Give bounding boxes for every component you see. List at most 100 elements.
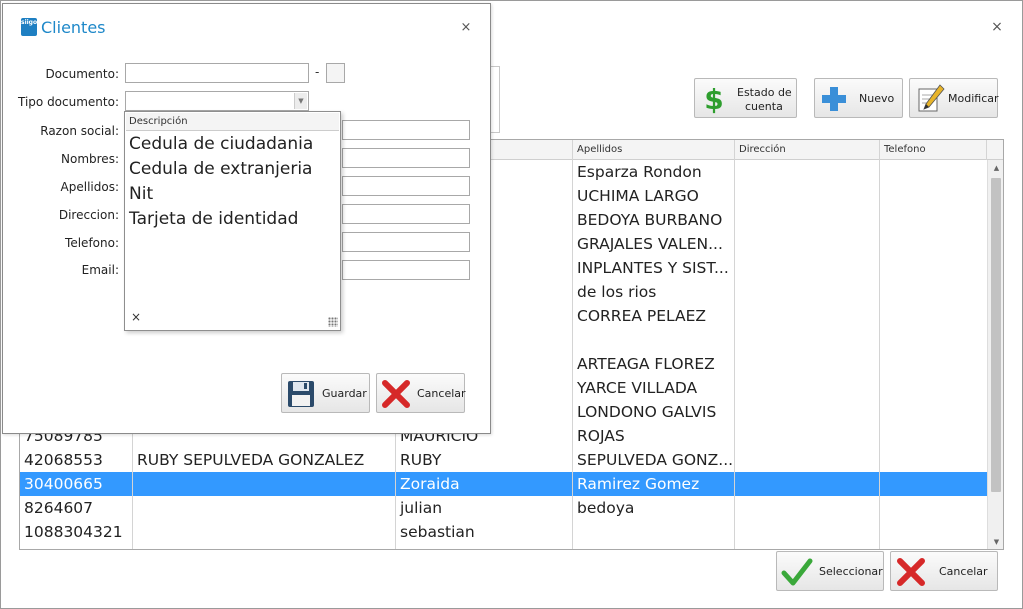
column-header-apellidos[interactable]: Apellidos xyxy=(573,140,735,160)
cancelar-main-button[interactable]: Cancelar xyxy=(890,551,998,591)
cancelar-dialog-button[interactable]: Cancelar xyxy=(376,373,466,413)
apellidos-input[interactable] xyxy=(342,176,470,196)
svg-text:$: $ xyxy=(704,84,723,114)
seleccionar-button[interactable]: Seleccionar xyxy=(776,551,884,591)
nuevo-button[interactable]: Nuevo xyxy=(814,78,903,118)
cancel-x-icon xyxy=(382,380,410,408)
resize-grip-icon[interactable] xyxy=(328,317,338,327)
dropdown-option[interactable]: Cedula de extranjeria xyxy=(129,159,312,179)
cell-documento: 8264607 xyxy=(24,499,94,517)
cell-direccion xyxy=(735,256,880,280)
cell-apellidos xyxy=(573,328,735,352)
cell-direccion xyxy=(735,520,880,544)
cell-telefono xyxy=(880,328,987,352)
cell-direccion xyxy=(735,304,880,328)
estado-label-2: cuenta xyxy=(745,100,783,113)
cell-direccion xyxy=(735,232,880,256)
cell-documento: 1088304321 xyxy=(24,523,123,541)
cell-apellidos: Ramirez Gomez xyxy=(577,475,700,493)
apellidos-label: Apellidos: xyxy=(60,180,119,194)
cancelar-main-label: Cancelar xyxy=(939,565,988,578)
guardar-button[interactable]: Guardar xyxy=(281,373,370,413)
documento-input[interactable] xyxy=(125,63,309,83)
table-row[interactable]: 8264607 julian bedoya xyxy=(20,496,987,520)
dialog-title: Clientes xyxy=(41,18,106,37)
cell-apellidos: ROJAS xyxy=(577,427,625,445)
estado-cuenta-button[interactable]: $ Estado de cuenta xyxy=(694,78,797,118)
cell-telefono xyxy=(880,256,987,280)
documento-separator: - xyxy=(315,65,320,79)
table-row[interactable]: 42068553 RUBY SEPULVEDA GONZALEZ RUBY SEPUL… xyxy=(20,448,987,472)
razon-social-input[interactable] xyxy=(342,120,470,140)
cell-documento: 42068553 xyxy=(24,451,103,469)
cancel-x-icon xyxy=(897,558,925,586)
cell-razon-social xyxy=(133,472,396,496)
cell-apellidos: BEDOYA BURBANO xyxy=(577,211,723,229)
cell-telefono xyxy=(880,232,987,256)
cancelar-dialog-label: Cancelar xyxy=(417,387,466,400)
direccion-label: Direccion: xyxy=(58,208,119,222)
cell-telefono xyxy=(880,160,987,184)
cell-direccion xyxy=(735,160,880,184)
dropdown-option[interactable]: Nit xyxy=(129,184,153,204)
cell-apellidos: CORREA PELAEZ xyxy=(577,307,707,325)
scroll-up-icon[interactable]: ▲ xyxy=(988,160,1003,176)
grid-divider xyxy=(572,160,573,549)
cell-apellidos: SEPULVEDA GONZ... xyxy=(577,451,734,469)
dropdown-option[interactable]: Cedula de ciudadania xyxy=(129,134,313,154)
chevron-down-icon[interactable]: ▼ xyxy=(294,93,307,109)
email-input[interactable] xyxy=(342,260,470,280)
scroll-thumb[interactable] xyxy=(991,178,1001,492)
cell-direccion xyxy=(735,328,880,352)
nombres-input[interactable] xyxy=(342,148,470,168)
telefono-input[interactable] xyxy=(342,232,470,252)
modificar-button[interactable]: Modificar xyxy=(909,78,999,118)
guardar-label: Guardar xyxy=(322,387,367,400)
nuevo-label: Nuevo xyxy=(859,92,895,105)
pencil-edit-icon xyxy=(918,84,945,112)
cell-telefono xyxy=(880,496,987,520)
main-close-icon[interactable]: × xyxy=(989,19,1005,35)
cell-apellidos: Esparza Rondon xyxy=(577,163,702,181)
cell-apellidos xyxy=(573,520,735,544)
cell-apellidos: YARCE VILLADA xyxy=(577,379,698,397)
cell-telefono xyxy=(880,304,987,328)
cell-telefono xyxy=(880,400,987,424)
cell-direccion xyxy=(735,448,880,472)
cell-direccion xyxy=(735,208,880,232)
scroll-down-icon[interactable]: ▼ xyxy=(988,534,1003,549)
cell-nombres: RUBY xyxy=(400,451,442,469)
app-logo-icon: siigo xyxy=(21,18,37,36)
cell-razon-social: RUBY SEPULVEDA GONZALEZ xyxy=(137,451,365,469)
table-row[interactable]: 1088304321 sebastian xyxy=(20,520,987,544)
cell-telefono xyxy=(880,280,987,304)
column-header-telefono[interactable]: Telefono xyxy=(880,140,987,160)
email-label: Email: xyxy=(81,263,119,277)
modificar-label: Modificar xyxy=(948,92,999,105)
plus-icon xyxy=(822,87,846,111)
cell-apellidos: LONDONO GALVIS xyxy=(577,403,717,421)
checkmark-icon xyxy=(781,558,813,586)
tipo-documento-select[interactable]: ▼ xyxy=(125,91,309,111)
cell-apellidos: ARTEAGA FLOREZ xyxy=(577,355,715,373)
cell-telefono xyxy=(880,424,987,448)
table-row[interactable]: 30400665 Zoraida Ramirez Gomez xyxy=(20,472,987,496)
razon-social-label: Razon social: xyxy=(40,124,119,138)
documento-label: Documento: xyxy=(45,67,119,81)
cell-apellidos: INPLANTES Y SIST... xyxy=(577,259,729,277)
dialog-close-icon[interactable]: × xyxy=(459,21,473,35)
tipo-documento-dropdown[interactable]: Descripción Cedula de ciudadania Cedula … xyxy=(124,111,341,331)
cell-direccion xyxy=(735,400,880,424)
dropdown-option[interactable]: Tarjeta de identidad xyxy=(129,209,298,229)
column-header-direccion[interactable]: Dirección xyxy=(735,140,880,160)
documento-dv-input[interactable] xyxy=(326,63,345,83)
dropdown-close-icon[interactable]: × xyxy=(131,310,141,324)
cell-direccion xyxy=(735,424,880,448)
cell-apellidos: bedoya xyxy=(577,499,635,517)
direccion-input[interactable] xyxy=(342,204,470,224)
grid-divider xyxy=(879,160,880,549)
grid-vertical-scrollbar[interactable]: ▲ ▼ xyxy=(987,160,1003,549)
cell-direccion xyxy=(735,280,880,304)
cell-apellidos: de los rios xyxy=(577,283,657,301)
seleccionar-label: Seleccionar xyxy=(819,565,883,578)
